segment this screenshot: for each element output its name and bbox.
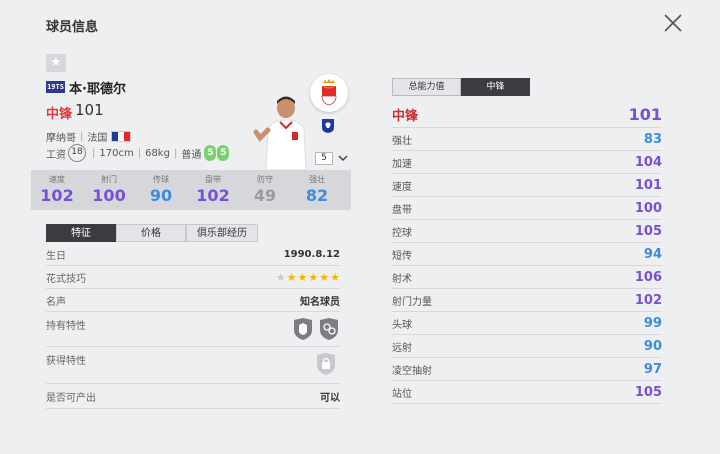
salary-label: 工资 xyxy=(46,149,66,161)
birthday-value: 1990.8.12 xyxy=(283,249,340,260)
info-tabs: 特征 价格 俱乐部经历 xyxy=(46,224,258,242)
club-name: 摩纳哥 xyxy=(46,133,76,144)
attribute-row: 盘带 100 xyxy=(392,197,662,220)
stat-physical: 强壮 82 xyxy=(305,175,329,205)
tab-price[interactable]: 价格 xyxy=(116,224,186,242)
trait-shield-icon[interactable] xyxy=(292,317,314,341)
stat-passing: 传球 90 xyxy=(149,175,173,205)
attribute-row: 射门力量 102 xyxy=(392,289,662,312)
traits-row: 持有特性 xyxy=(46,313,340,347)
body-type: 普通 xyxy=(181,149,202,161)
attribute-row: 头球 99 xyxy=(392,312,662,335)
tab-club-history[interactable]: 俱乐部经历 xyxy=(186,224,258,242)
weak-foot-right: 5 xyxy=(217,145,230,161)
stat-dribbling: 盘带 102 xyxy=(196,175,230,205)
height: 170cm xyxy=(99,147,134,159)
attribute-row: 强壮 83 xyxy=(392,128,662,151)
birthday-row: 生日 1990.8.12 xyxy=(46,244,340,266)
skill-moves-row: 花式技巧 ★ ★ ★ ★ ★ ★ xyxy=(46,267,340,289)
national-team-crest-icon xyxy=(322,119,334,133)
stat-speed: 速度 102 xyxy=(40,175,74,205)
acquired-traits-row: 获得特性 xyxy=(46,348,340,384)
producible-row: 是否可产出 可以 xyxy=(46,385,340,409)
stat-shooting: 射门 100 xyxy=(92,175,126,205)
attribute-tabs: 总能力值 中锋 xyxy=(392,78,530,96)
favorite-star-icon[interactable]: ★ xyxy=(46,54,66,72)
producible-value: 可以 xyxy=(320,393,340,404)
physical-row: 工资 18 | 170cm | 68kg | 普通 5 5 xyxy=(46,144,230,162)
attribute-row: 射术 106 xyxy=(392,266,662,289)
stat-defending: 防守 49 xyxy=(253,175,277,205)
attribute-row: 加速 104 xyxy=(392,151,662,174)
player-name: 本·耶德尔 xyxy=(69,82,126,97)
chevron-down-icon[interactable] xyxy=(337,152,349,164)
weight: 68kg xyxy=(145,147,170,159)
main-stats-bar: 速度 102 射门 100 传球 90 盘带 102 防守 49 强壮 82 xyxy=(31,170,351,210)
club-nation-row: 摩纳哥 | 法国 xyxy=(46,129,132,144)
france-flag-icon xyxy=(111,131,132,142)
tab-traits[interactable]: 特征 xyxy=(46,224,116,242)
player-position: 中锋 xyxy=(46,107,73,122)
skill-stars: ★ ★ ★ ★ ★ ★ xyxy=(275,271,340,284)
attribute-row: 站位 105 xyxy=(392,381,662,404)
season-badge: 19TS xyxy=(46,81,65,93)
player-overall: 101 xyxy=(75,101,104,119)
club-crest-icon xyxy=(310,74,348,112)
tab-striker[interactable]: 中锋 xyxy=(461,78,530,96)
attribute-row-position: 中锋 101 xyxy=(392,102,662,128)
attribute-row: 速度 101 xyxy=(392,174,662,197)
attribute-row: 控球 105 xyxy=(392,220,662,243)
enhance-level[interactable]: 5 xyxy=(315,152,333,165)
attribute-row: 远射 90 xyxy=(392,335,662,358)
page-title: 球员信息 xyxy=(46,20,99,35)
player-photo xyxy=(253,96,307,170)
fame-row: 名声 知名球员 xyxy=(46,290,340,312)
fame-value: 知名球员 xyxy=(300,297,340,308)
lock-icon xyxy=(317,353,335,375)
attribute-row: 凌空抽射 97 xyxy=(392,358,662,381)
nation-name: 法国 xyxy=(87,133,108,144)
salary-value: 18 xyxy=(68,144,86,162)
weak-foot-left: 5 xyxy=(204,145,217,161)
tab-overall-ability[interactable]: 总能力值 xyxy=(392,78,461,96)
attribute-row: 短传 94 xyxy=(392,243,662,266)
close-icon[interactable] xyxy=(662,12,684,34)
trait-dribble-icon[interactable] xyxy=(318,317,340,341)
